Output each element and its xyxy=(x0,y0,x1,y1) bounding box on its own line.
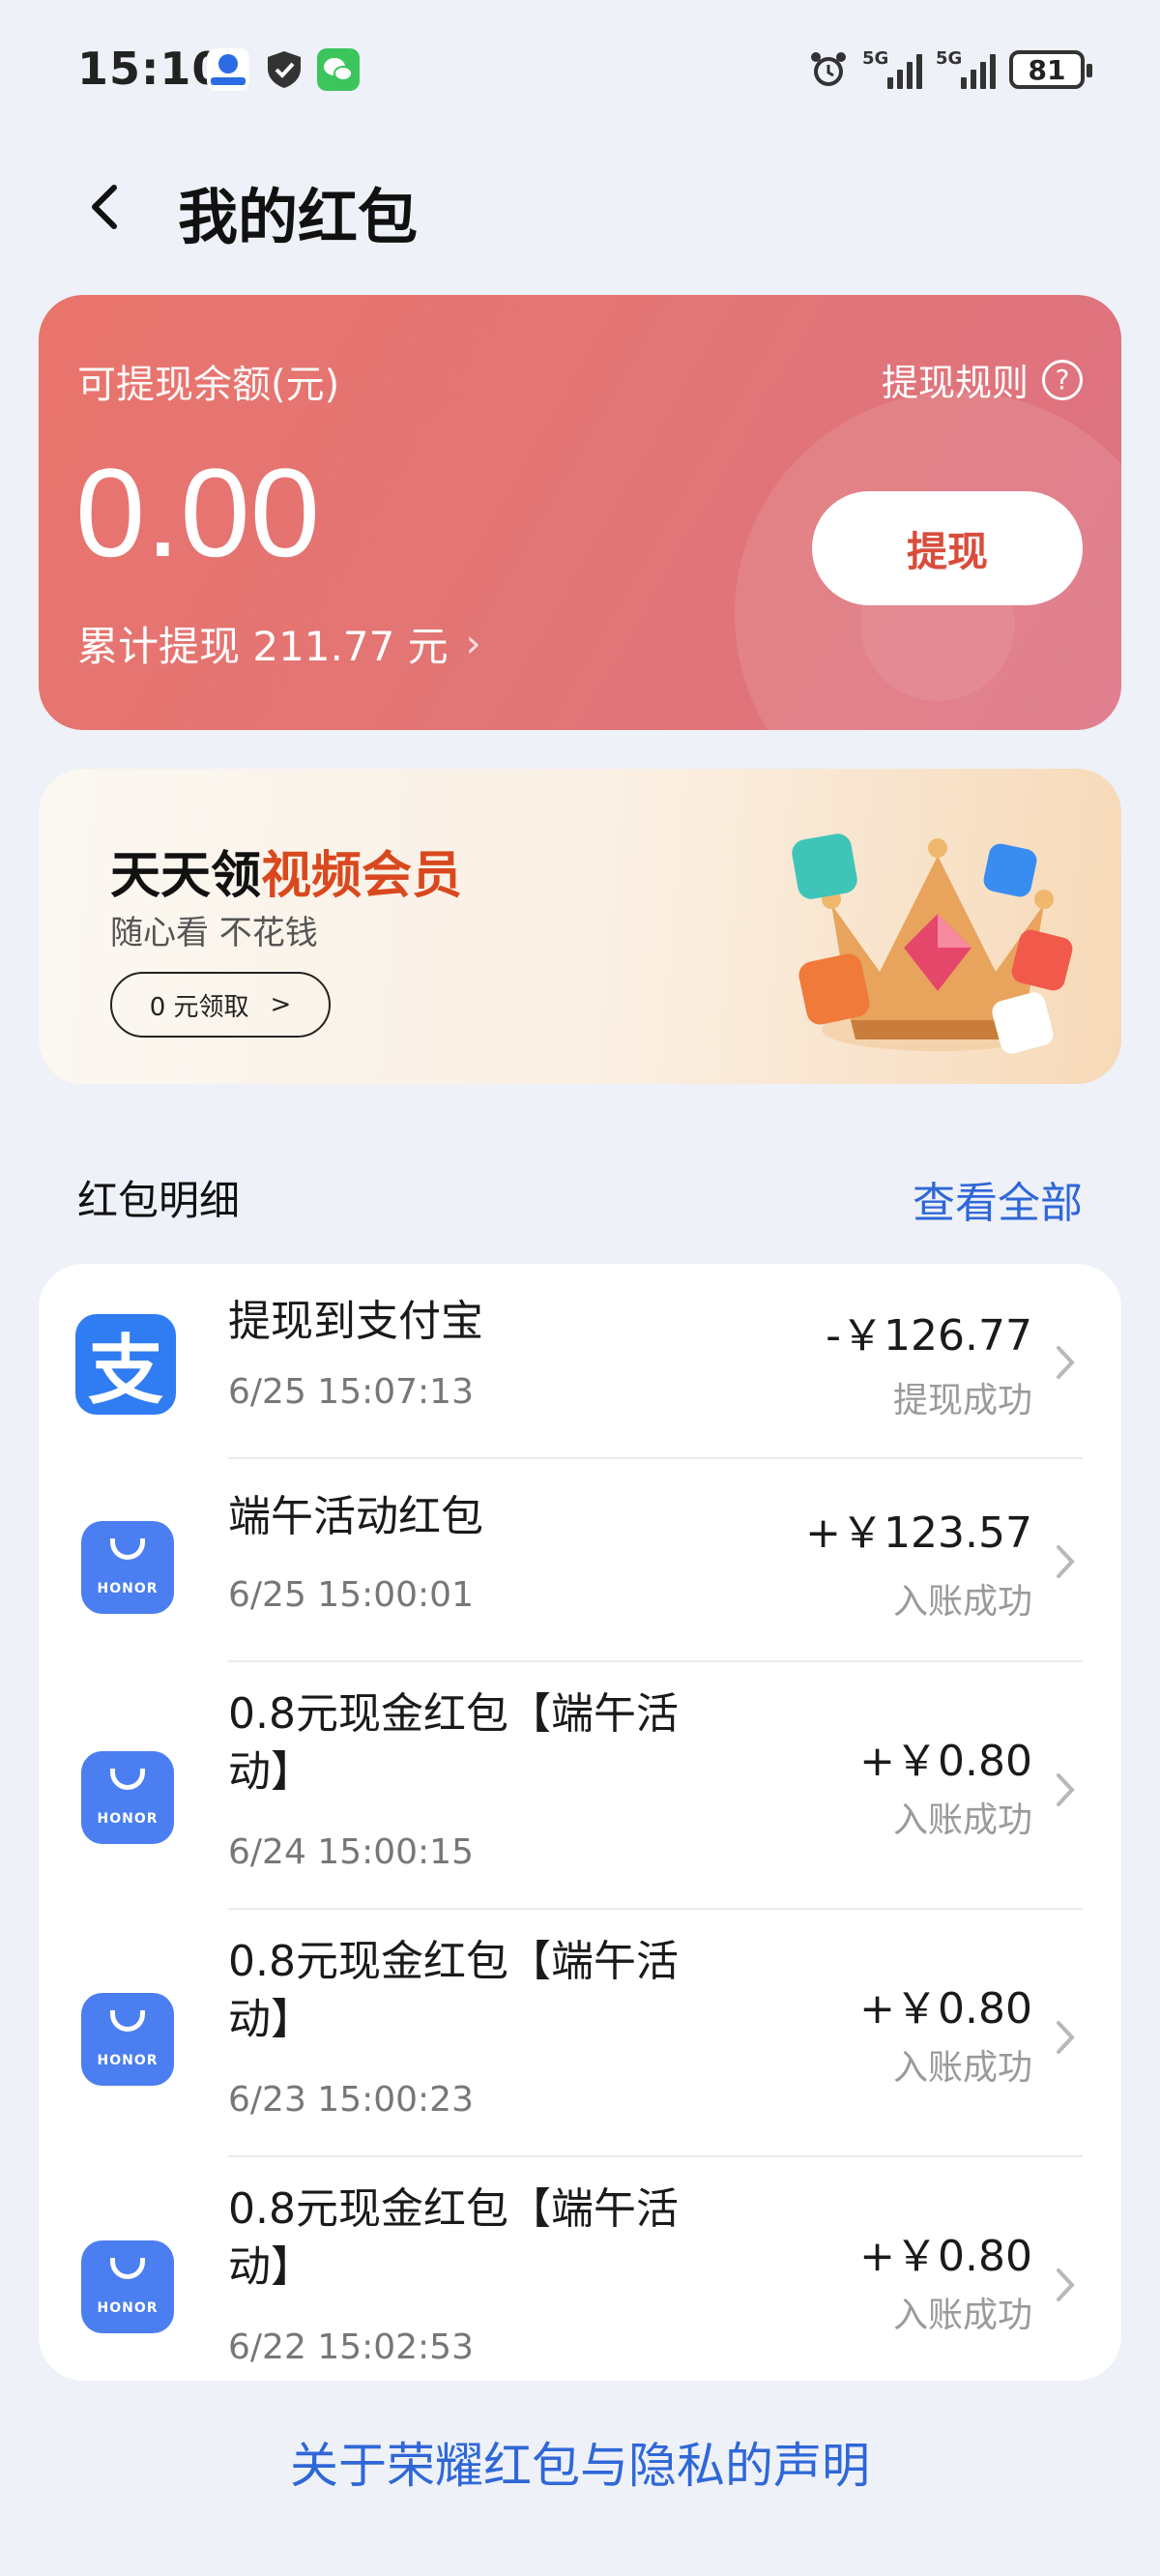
record-time: 6/25 15:07:13 xyxy=(228,1372,474,1412)
honor-brand-text: HONOR xyxy=(97,1581,159,1596)
claim-button-arrow: > xyxy=(270,990,292,1019)
promo-title: 天天领视频会员 xyxy=(110,834,462,907)
chevron-right-icon xyxy=(1057,1545,1075,1578)
record-amount: -￥126.77 xyxy=(826,1311,1032,1361)
status-right-group: 5G 5G 81 xyxy=(808,44,1092,95)
record-title: 0.8元现金红包【端午活动】 xyxy=(228,2184,679,2292)
signal-icon: 5G xyxy=(936,48,996,89)
record-status: 入账成功 xyxy=(892,1582,1032,1622)
balance-label: 可提现余额(元) xyxy=(77,363,340,407)
shield-icon xyxy=(263,48,305,91)
record-time: 6/24 15:00:15 xyxy=(228,1832,474,1872)
record-amount: +￥0.80 xyxy=(859,2232,1032,2281)
record-time: 6/25 15:00:01 xyxy=(228,1575,474,1615)
view-all-link[interactable]: 查看全部 xyxy=(913,1168,1083,1230)
honor-icon: HONOR xyxy=(81,1521,174,1614)
wechat-icon xyxy=(317,48,360,91)
alarm-icon xyxy=(811,52,846,86)
promo-title-highlight: 视频会员 xyxy=(261,847,463,905)
honor-brand-text: HONOR xyxy=(97,2300,159,2316)
withdraw-rules-link[interactable]: 提现规则 ? xyxy=(882,353,1083,406)
chevron-right-icon xyxy=(1057,1773,1075,1806)
records-section-header: 红包明细 查看全部 xyxy=(77,1160,1083,1228)
back-button[interactable] xyxy=(75,176,137,238)
question-icon: ? xyxy=(1042,359,1083,400)
record-title: 提现到支付宝 xyxy=(228,1297,483,1346)
total-withdrawn-text: 累计提现 211.77 元 xyxy=(77,623,449,670)
withdraw-rules-label: 提现规则 xyxy=(881,362,1029,404)
battery-icon: 81 xyxy=(1009,50,1092,89)
chevron-right-icon xyxy=(1057,2021,1075,2054)
record-row[interactable]: HONOR 0.8元现金红包【端午活动】 6/22 15:02:53 +￥0.8… xyxy=(39,2157,1121,2381)
claim-free-button[interactable]: 0 元领取 > xyxy=(110,972,331,1038)
honor-icon: HONOR xyxy=(81,2240,174,2333)
record-title: 0.8元现金红包【端午活动】 xyxy=(228,1689,679,1797)
honor-icon: HONOR xyxy=(81,1751,174,1844)
honor-brand-text: HONOR xyxy=(97,2053,159,2068)
record-status: 入账成功 xyxy=(892,2048,1032,2088)
record-row[interactable]: 支 提现到支付宝 6/25 15:07:13 -￥126.77 提现成功 xyxy=(39,1264,1121,1459)
signal-icon: 5G xyxy=(862,48,922,89)
record-row[interactable]: HONOR 0.8元现金红包【端午活动】 6/24 15:00:15 +￥0.8… xyxy=(39,1662,1121,1910)
honor-icon: HONOR xyxy=(81,1993,174,2086)
app-notification-icon xyxy=(207,48,249,91)
video-membership-banner[interactable]: 天天领视频会员 随心看 不花钱 0 元领取 > xyxy=(39,769,1121,1084)
record-row[interactable]: HONOR 0.8元现金红包【端午活动】 6/23 15:00:23 +￥0.8… xyxy=(39,1910,1121,2157)
chevron-right-icon: › xyxy=(465,621,481,666)
status-time: 15:10 xyxy=(77,43,224,95)
withdraw-button[interactable]: 提现 xyxy=(812,491,1083,605)
total-withdrawn-link[interactable]: 累计提现 211.77 元 › xyxy=(77,614,481,673)
record-time: 6/23 15:00:23 xyxy=(228,2080,474,2120)
record-title: 端午活动红包 xyxy=(228,1492,483,1541)
record-status: 提现成功 xyxy=(892,1381,1032,1420)
network-label: 5G xyxy=(862,48,889,69)
record-time: 6/22 15:02:53 xyxy=(228,2327,474,2367)
record-status: 入账成功 xyxy=(892,2296,1032,2335)
claim-button-label: 0 元领取 xyxy=(149,992,249,1022)
record-amount: +￥123.57 xyxy=(805,1508,1032,1558)
record-amount: +￥0.80 xyxy=(859,1984,1032,2034)
balance-amount: 0.00 xyxy=(75,442,321,583)
record-amount: +￥0.80 xyxy=(859,1737,1032,1786)
battery-level: 81 xyxy=(1028,53,1066,86)
promo-title-text: 天天领 xyxy=(110,847,262,905)
alipay-icon: 支 xyxy=(75,1314,176,1415)
page-title: 我的红包 xyxy=(178,182,419,252)
record-row[interactable]: HONOR 端午活动红包 6/25 15:00:01 +￥123.57 入账成功 xyxy=(39,1459,1121,1662)
privacy-statement-link[interactable]: 关于荣耀红包与隐私的声明 xyxy=(0,2427,1160,2497)
record-title: 0.8元现金红包【端午活动】 xyxy=(228,1937,679,2044)
page-header: 我的红包 xyxy=(0,155,1160,261)
honor-brand-text: HONOR xyxy=(97,1811,159,1827)
back-arrow-icon xyxy=(92,185,117,229)
chevron-right-icon xyxy=(1057,2269,1075,2301)
record-status: 入账成功 xyxy=(892,1800,1032,1840)
promo-subtitle: 随心看 不花钱 xyxy=(110,914,318,952)
records-list: 支 提现到支付宝 6/25 15:07:13 -￥126.77 提现成功 HON… xyxy=(39,1264,1121,2381)
crown-illustration-icon xyxy=(792,834,1073,1054)
network-label: 5G xyxy=(936,48,963,69)
chevron-right-icon xyxy=(1057,1346,1075,1379)
status-bar: 15:10 5G 5G 81 xyxy=(0,0,1160,145)
records-section-title: 红包明细 xyxy=(77,1177,241,1224)
balance-card: 可提现余额(元) 提现规则 ? 0.00 累计提现 211.77 元 › 提现 xyxy=(39,295,1121,730)
